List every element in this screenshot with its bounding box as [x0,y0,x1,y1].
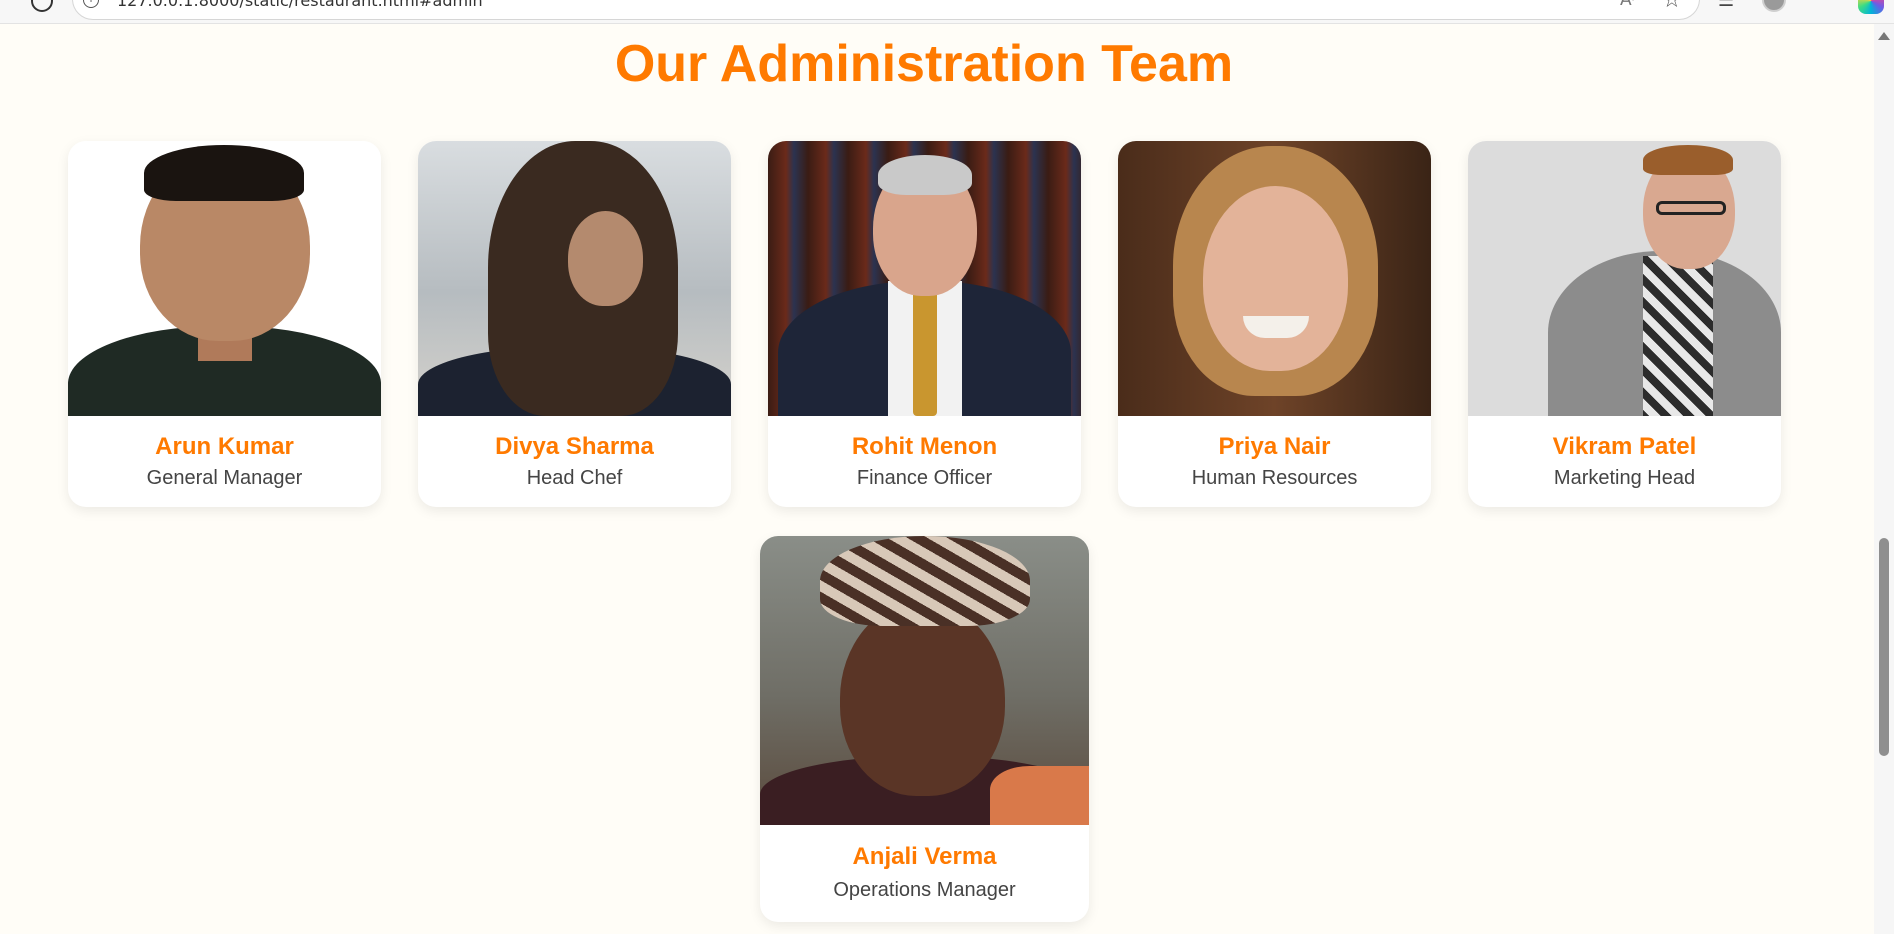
team-card-priya-nair: Priya Nair Human Resources [1118,141,1431,507]
member-name: Divya Sharma [495,433,654,460]
team-photo [768,141,1081,416]
favorites-icon[interactable]: ☰ [1718,0,1734,11]
team-card-anjali-verma: Anjali Verma Operations Manager [760,536,1089,922]
team-photo [68,141,381,416]
member-role: Marketing Head [1553,467,1696,489]
member-role: Finance Officer [856,467,993,489]
page-scrollbar[interactable] [1874,24,1894,934]
team-card-rohit-menon: Rohit Menon Finance Officer [768,141,1081,507]
team-photo [418,141,731,416]
team-card-vikram-patel: Vikram Patel Marketing Head [1468,141,1781,507]
team-photo [1468,141,1781,416]
member-role: Head Chef [526,467,623,489]
reload-icon[interactable] [31,0,53,12]
member-name: Arun Kumar [155,433,294,460]
member-role: General Manager [146,467,303,489]
team-photo [1118,141,1431,416]
member-role: Human Resources [1191,467,1358,489]
favorite-star-icon[interactable]: ☆ [1662,0,1682,13]
member-name: Vikram Patel [1552,433,1697,460]
more-menu-icon[interactable]: ··· [1810,0,1832,10]
team-card-arun-kumar: Arun Kumar General Manager [68,141,381,507]
member-name: Anjali Verma [852,843,997,870]
member-name: Priya Nair [1218,433,1331,460]
address-bar-url[interactable]: 127.0.0.1:8000/static/restaurant.html#ad… [117,0,483,10]
browser-toolbar: i 127.0.0.1:8000/static/restaurant.html#… [0,0,1894,24]
scrollbar-thumb[interactable] [1879,538,1889,756]
profile-avatar-icon[interactable] [1762,0,1786,12]
member-role: Operations Manager [833,879,1016,901]
team-card-divya-sharma: Divya Sharma Head Chef [418,141,731,507]
admin-team-section: Our Administration Team Arun Kumar Gener… [0,24,1874,934]
read-aloud-icon[interactable]: A⁾ [1620,0,1636,10]
scroll-up-arrow-icon[interactable] [1878,32,1890,40]
section-title: Our Administration Team [614,35,1234,93]
team-photo [760,536,1089,825]
member-name: Rohit Menon [851,433,998,460]
copilot-icon[interactable] [1858,0,1884,14]
